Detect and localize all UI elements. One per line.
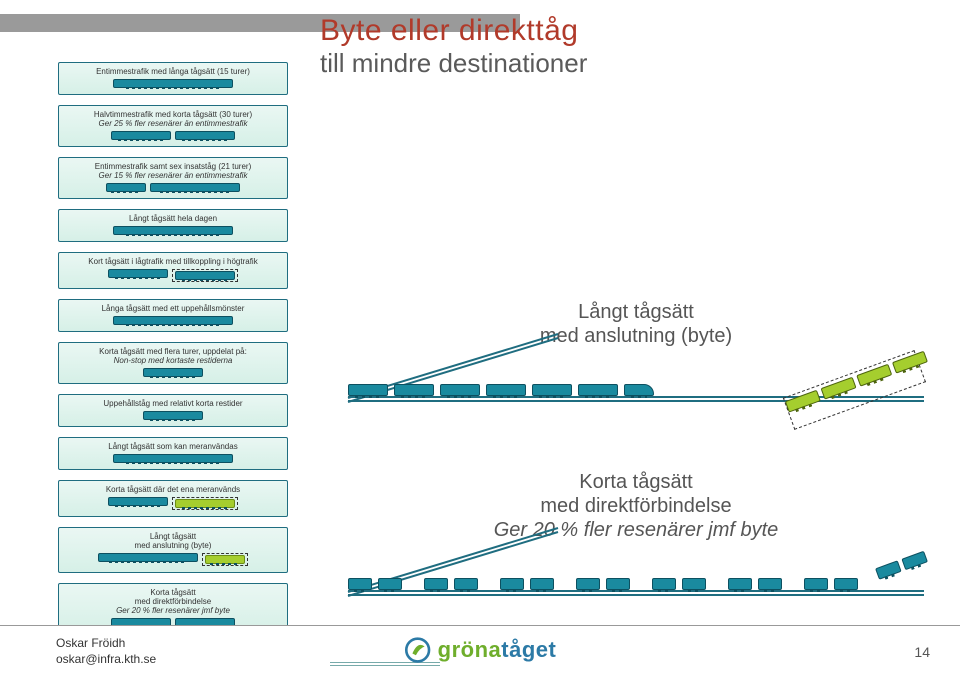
panel-train-row (65, 183, 281, 192)
train-car (532, 384, 572, 396)
leaf-circle-icon (404, 636, 432, 664)
short-car (576, 578, 600, 590)
panel-caption: Korta tågsätt (65, 588, 281, 597)
fig2-main-pairs (348, 578, 858, 590)
title-line1: Byte eller direkttåg (320, 14, 587, 48)
panel: Långt tågsätt hela dagen (58, 209, 288, 242)
panel-caption: Entimmestrafik samt sex insatståg (21 tu… (65, 162, 281, 171)
train-car (348, 384, 388, 396)
panel: Entimmestrafik med långa tågsätt (15 tur… (58, 62, 288, 95)
panel-sub: Ger 25 % fler resenärer än entimmestrafi… (65, 119, 281, 128)
panel: Korta tågsätt med flera turer, uppdelat … (58, 342, 288, 384)
fig1-track (348, 354, 924, 420)
slide-number: 14 (914, 644, 930, 660)
panel-train-row (65, 79, 281, 88)
slide-footer: Oskar Fröidh oskar@infra.kth.se grönatåg… (0, 625, 960, 679)
train-car (440, 384, 480, 396)
panel: Långt tågsättmed anslutning (byte) (58, 527, 288, 573)
gronataget-logo: grönatåget (404, 636, 557, 664)
short-pair (804, 578, 858, 590)
short-car (728, 578, 752, 590)
fig1-line1: Långt tågsätt (348, 300, 924, 324)
panel-caption: Kort tågsätt i lågtrafik med tillkopplin… (65, 257, 281, 266)
fig2-branch-train (875, 551, 928, 580)
train-car (486, 384, 526, 396)
panel-sub: Non-stop med kortaste restiderna (65, 356, 281, 365)
panel-train-row (65, 553, 281, 566)
branch-short-car (901, 551, 928, 570)
fig2-caption: Korta tågsätt med direktförbindelse Ger … (348, 470, 924, 542)
fig2-line1: Korta tågsätt (348, 470, 924, 494)
panel-train-row (65, 497, 281, 510)
panel-caption: Korta tågsätt där det ena meranvänds (65, 485, 281, 494)
panel-caption: Entimmestrafik med långa tågsätt (15 tur… (65, 67, 281, 76)
panel: Kort tågsätt i lågtrafik med tillkopplin… (58, 252, 288, 289)
short-pair (652, 578, 706, 590)
title-line2: till mindre destinationer (320, 48, 587, 79)
short-pair (500, 578, 554, 590)
short-car (758, 578, 782, 590)
panel-train-row (65, 316, 281, 325)
short-car (606, 578, 630, 590)
panel-train-row (65, 269, 281, 282)
short-car (500, 578, 524, 590)
panel: Långt tågsätt som kan meranvändas (58, 437, 288, 470)
short-car (652, 578, 676, 590)
short-car (424, 578, 448, 590)
fig1-main-train (348, 384, 654, 396)
fig2-line3: Ger 20 % fler resenärer jmf byte (348, 518, 924, 542)
panel-sub2: Ger 20 % fler resenärer jmf byte (65, 606, 281, 615)
figure-long-train-with-connection: Långt tågsätt med anslutning (byte) (348, 300, 924, 420)
fig1-line2: med anslutning (byte) (348, 324, 924, 348)
rail-bottom (348, 594, 924, 596)
short-pair (728, 578, 782, 590)
panel-train-row (65, 368, 281, 377)
short-car (530, 578, 554, 590)
panel: Långa tågsätt med ett uppehållsmönster (58, 299, 288, 332)
panel-sub: med anslutning (byte) (65, 541, 281, 550)
panel-caption: Långt tågsätt (65, 532, 281, 541)
short-car (804, 578, 828, 590)
short-car (348, 578, 372, 590)
panel: Korta tågsätt där det ena meranvänds (58, 480, 288, 517)
fig2-track (348, 548, 924, 614)
train-car (578, 384, 618, 396)
logo-text: grönatåget (438, 637, 557, 663)
panel-caption: Långt tågsätt hela dagen (65, 214, 281, 223)
panel-train-row (65, 411, 281, 420)
panel: Entimmestrafik samt sex insatståg (21 tu… (58, 157, 288, 199)
panel-caption: Halvtimmestrafik med korta tågsätt (30 t… (65, 110, 281, 119)
panel-caption: Korta tågsätt med flera turer, uppdelat … (65, 347, 281, 356)
short-pair (424, 578, 478, 590)
panel-train-row (65, 131, 281, 140)
fig2-line2: med direktförbindelse (348, 494, 924, 518)
short-car (378, 578, 402, 590)
panel-sub: med direktförbindelse (65, 597, 281, 606)
panel-sub: Ger 15 % fler resenärer än entimmestrafi… (65, 171, 281, 180)
left-panels-column: Entimmestrafik med långa tågsätt (15 tur… (58, 62, 288, 644)
train-car (624, 384, 654, 396)
author-email: oskar@infra.kth.se (56, 652, 156, 668)
branch-short-car (875, 560, 902, 579)
panel-train-row (65, 454, 281, 463)
author-name: Oskar Fröidh (56, 636, 156, 652)
panel-caption: Långa tågsätt med ett uppehållsmönster (65, 304, 281, 313)
short-car (682, 578, 706, 590)
panel: Halvtimmestrafik med korta tågsätt (30 t… (58, 105, 288, 147)
fig1-caption: Långt tågsätt med anslutning (byte) (348, 300, 924, 348)
author-block: Oskar Fröidh oskar@infra.kth.se (56, 636, 156, 667)
figure-short-trains-direct: Korta tågsätt med direktförbindelse Ger … (348, 470, 924, 590)
panel-caption: Långt tågsätt som kan meranvändas (65, 442, 281, 451)
train-car (394, 384, 434, 396)
slide-title: Byte eller direkttåg till mindre destina… (320, 14, 587, 79)
short-pair (576, 578, 630, 590)
panel: Uppehållståg med relativt korta restider (58, 394, 288, 427)
panel-caption: Uppehållståg med relativt korta restider (65, 399, 281, 408)
short-pair (348, 578, 402, 590)
short-car (454, 578, 478, 590)
panel-train-row (65, 226, 281, 235)
short-car (834, 578, 858, 590)
